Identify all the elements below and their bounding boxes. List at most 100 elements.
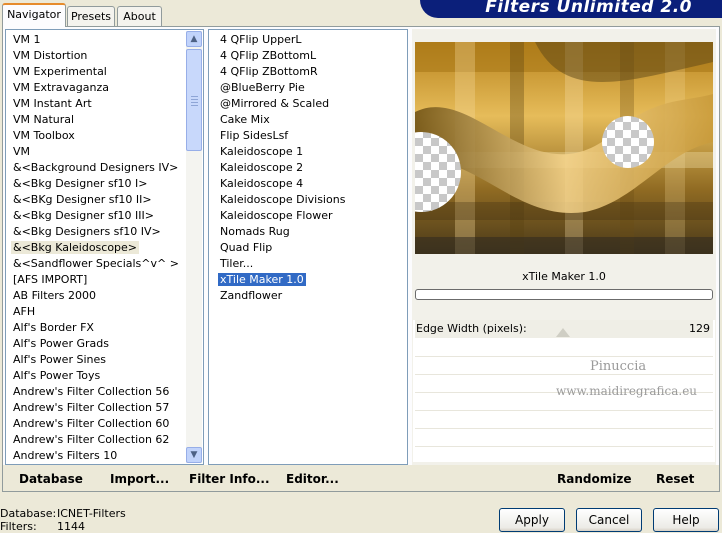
tab-navigator[interactable]: Navigator [2,3,66,27]
category-item-label: Alf's Power Sines [13,353,106,366]
category-item[interactable]: VM [11,144,181,160]
category-item[interactable]: AB Filters 2000 [11,288,181,304]
category-item[interactable]: Alf's Power Sines [11,352,181,368]
category-item-label: Andrew's Filter Collection 62 [13,433,170,446]
category-item[interactable]: &<Sandflower Specials^v^ > [11,256,181,272]
category-item-label: VM Toolbox [13,129,75,142]
filter-item[interactable]: @Mirrored & Scaled [218,96,347,112]
filter-item-label: 4 QFlip ZBottomL [220,49,317,62]
category-item[interactable]: Andrew's Filter Collection 60 [11,416,181,432]
category-item-label: VM Extravaganza [13,81,110,94]
cancel-button[interactable]: Cancel [576,508,642,532]
category-item[interactable]: &<BKg Designer sf10 II> [11,192,181,208]
filter-item[interactable]: Kaleidoscope 2 [218,160,347,176]
category-item[interactable]: &<Bkg Kaleidoscope> [11,240,181,256]
category-item-label: Alf's Border FX [13,321,94,334]
category-item[interactable]: &<Background Designers IV> [11,160,181,176]
import-button[interactable]: Import... [110,472,169,486]
category-item[interactable]: &<Bkg Designers sf10 IV> [11,224,181,240]
category-item[interactable]: VM Extravaganza [11,80,181,96]
param-row-divider [415,446,713,447]
category-item-label: Andrew's Filters 10 [13,449,118,462]
watermark-name: Pinuccia [590,359,647,374]
category-item-label: AFH [13,305,36,318]
category-item[interactable]: Alf's Power Grads [11,336,181,352]
filter-item[interactable]: 4 QFlip ZBottomL [218,48,347,64]
database-button[interactable]: Database [19,472,83,486]
filter-item[interactable]: Kaleidoscope 1 [218,144,347,160]
watermark-url: www.maidiregrafica.eu [556,384,698,398]
filter-item[interactable]: Kaleidoscope Divisions [218,192,347,208]
category-item-label: Alf's Power Toys [13,369,101,382]
category-item-label: AB Filters 2000 [13,289,97,302]
reset-button[interactable]: Reset [656,472,694,486]
tab-presets[interactable]: Presets [67,6,115,26]
category-item[interactable]: Andrew's Filters 10 [11,448,181,464]
randomize-button[interactable]: Randomize [557,472,631,486]
scroll-thumb[interactable] [186,49,202,151]
filter-item[interactable]: @BlueBerry Pie [218,80,347,96]
filter-item[interactable]: Tiler... [218,256,347,272]
category-item-label: &<Bkg Designers sf10 IV> [13,225,161,238]
category-item[interactable]: VM Natural [11,112,181,128]
category-item-label: VM Distortion [13,49,88,62]
category-item[interactable]: Andrew's Filter Collection 56 [11,384,181,400]
filter-item[interactable]: Cake Mix [218,112,347,128]
filter-item[interactable]: Nomads Rug [218,224,347,240]
category-item[interactable]: Andrew's Filter Collection 62 [11,432,181,448]
scroll-up-button[interactable]: ▲ [186,31,202,47]
status-database-label: Database: [0,507,57,520]
category-item[interactable]: Andrew's Filter Collection 57 [11,400,181,416]
category-item[interactable]: VM Toolbox [11,128,181,144]
filter-item-label: 4 QFlip UpperL [220,33,302,46]
filter-item[interactable]: Flip SidesLsf [218,128,347,144]
category-item[interactable]: VM Distortion [11,48,181,64]
filter-item-label: Nomads Rug [220,225,290,238]
editor-button[interactable]: Editor... [286,472,339,486]
category-item-label: &<Sandflower Specials^v^ > [13,257,179,270]
status-filters-label: Filters: [0,520,37,533]
filter-item[interactable]: xTile Maker 1.0 [218,272,347,288]
category-item-label: VM Experimental [13,65,107,78]
filter-info-button[interactable]: Filter Info... [189,472,270,486]
category-item-label: &<Bkg Designer sf10 III> [13,209,155,222]
category-item[interactable]: Alf's Border FX [11,320,181,336]
filter-item-label: Kaleidoscope 4 [220,177,304,190]
apply-button[interactable]: Apply [499,508,565,532]
filter-item[interactable]: Zandflower [218,288,347,304]
category-item[interactable]: VM 1 [11,32,181,48]
filter-item[interactable]: Kaleidoscope 4 [218,176,347,192]
param-row-divider [415,356,713,357]
filter-item-label: Tiler... [220,257,254,270]
filter-item[interactable]: 4 QFlip ZBottomR [218,64,347,80]
category-scrollbar[interactable]: ▲ ▼ [186,31,202,463]
category-item-label: Andrew's Filter Collection 57 [13,401,170,414]
category-item[interactable]: VM Instant Art [11,96,181,112]
category-item-label: Alf's Power Grads [13,337,109,350]
category-item[interactable]: &<Bkg Designer sf10 I> [11,176,181,192]
category-item[interactable]: &<Bkg Designer sf10 III> [11,208,181,224]
filter-item[interactable]: 4 QFlip UpperL [218,32,347,48]
filter-item-label: Quad Flip [220,241,273,254]
param-label: Edge Width (pixels): [416,322,527,335]
category-item-label: [AFS IMPORT] [13,273,88,286]
title-banner: Filters Unlimited 2.0 [420,0,722,18]
preview-title: xTile Maker 1.0 [522,270,606,283]
status-filters-value: 1144 [57,520,85,533]
category-item[interactable]: [AFS IMPORT] [11,272,181,288]
filter-item-label: Kaleidoscope Flower [220,209,333,222]
category-item[interactable]: Alf's Power Toys [11,368,181,384]
category-list: VM 1 VM Distortion VM Experimental VM Extra… [11,32,181,464]
filter-item[interactable]: Kaleidoscope Flower [218,208,347,224]
filter-item-label: @BlueBerry Pie [220,81,305,94]
category-item[interactable]: VM Experimental [11,64,181,80]
slider-thumb[interactable] [556,328,570,337]
category-item-label: &<Bkg Kaleidoscope> [11,241,140,254]
tab-about[interactable]: About [117,6,162,26]
filter-item[interactable]: Quad Flip [218,240,347,256]
category-item-label: VM Instant Art [13,97,92,110]
scroll-down-button[interactable]: ▼ [186,447,202,463]
category-item-label: &<Background Designers IV> [13,161,179,174]
category-item[interactable]: AFH [11,304,181,320]
help-button[interactable]: Help [653,508,719,532]
